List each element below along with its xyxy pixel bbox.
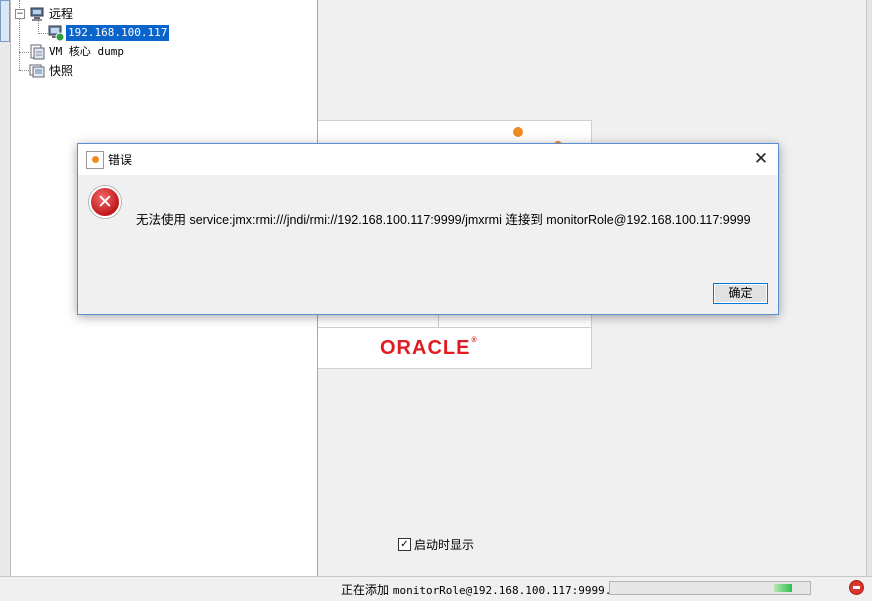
left-toolbar-strip: [0, 0, 11, 576]
dialog-titlebar[interactable]: 错误 ✕: [78, 144, 778, 175]
error-icon: ✕: [89, 186, 121, 218]
error-message: 无法使用 service:jmx:rmi:///jndi/rmi://192.1…: [136, 213, 751, 227]
tree-guide-line: [19, 70, 29, 71]
oracle-logo: ORACLE®: [380, 337, 478, 359]
tree-guide-line: [38, 33, 48, 34]
tree-item-host[interactable]: 192.168.100.117: [66, 25, 170, 41]
tree-item-remote[interactable]: 远程: [49, 6, 73, 22]
status-bar: 正在添加 monitorRole@192.168.100.117:9999...: [0, 576, 872, 601]
snapshot-icon: [29, 64, 45, 78]
progress-bar: [609, 581, 811, 595]
tree-item-snapshots[interactable]: 快照: [49, 63, 73, 79]
app-icon: [86, 151, 104, 169]
ok-button[interactable]: 确定: [713, 283, 768, 304]
tree-item-core-dump[interactable]: VM 核心 dump: [49, 44, 124, 60]
applications-tab[interactable]: [0, 0, 10, 42]
host-connected-icon: [48, 25, 64, 41]
close-icon[interactable]: ✕: [746, 146, 776, 173]
show-on-startup-option[interactable]: ✓ 启动时显示: [398, 536, 474, 553]
error-dialog: 错误 ✕ ✕ 无法使用 service:jmx:rmi:///jndi/rmi:…: [77, 143, 779, 315]
checkbox-checked-icon[interactable]: ✓: [398, 538, 411, 551]
dialog-title: 错误: [108, 153, 133, 167]
tree-guide-line: [38, 20, 39, 34]
tree-guide-line: [19, 52, 29, 53]
remote-host-icon: [30, 7, 44, 21]
stop-icon[interactable]: [849, 580, 864, 595]
core-dump-icon: [30, 44, 45, 60]
show-on-startup-label: 启动时显示: [414, 538, 475, 552]
collapse-toggle-icon[interactable]: −: [15, 9, 25, 19]
status-message: 正在添加 monitorRole@192.168.100.117:9999...: [341, 583, 625, 597]
progress-indicator: [774, 584, 792, 592]
vertical-scrollbar[interactable]: [866, 0, 872, 576]
decor-dot-icon: [513, 127, 523, 137]
card-divider: [318, 327, 591, 328]
